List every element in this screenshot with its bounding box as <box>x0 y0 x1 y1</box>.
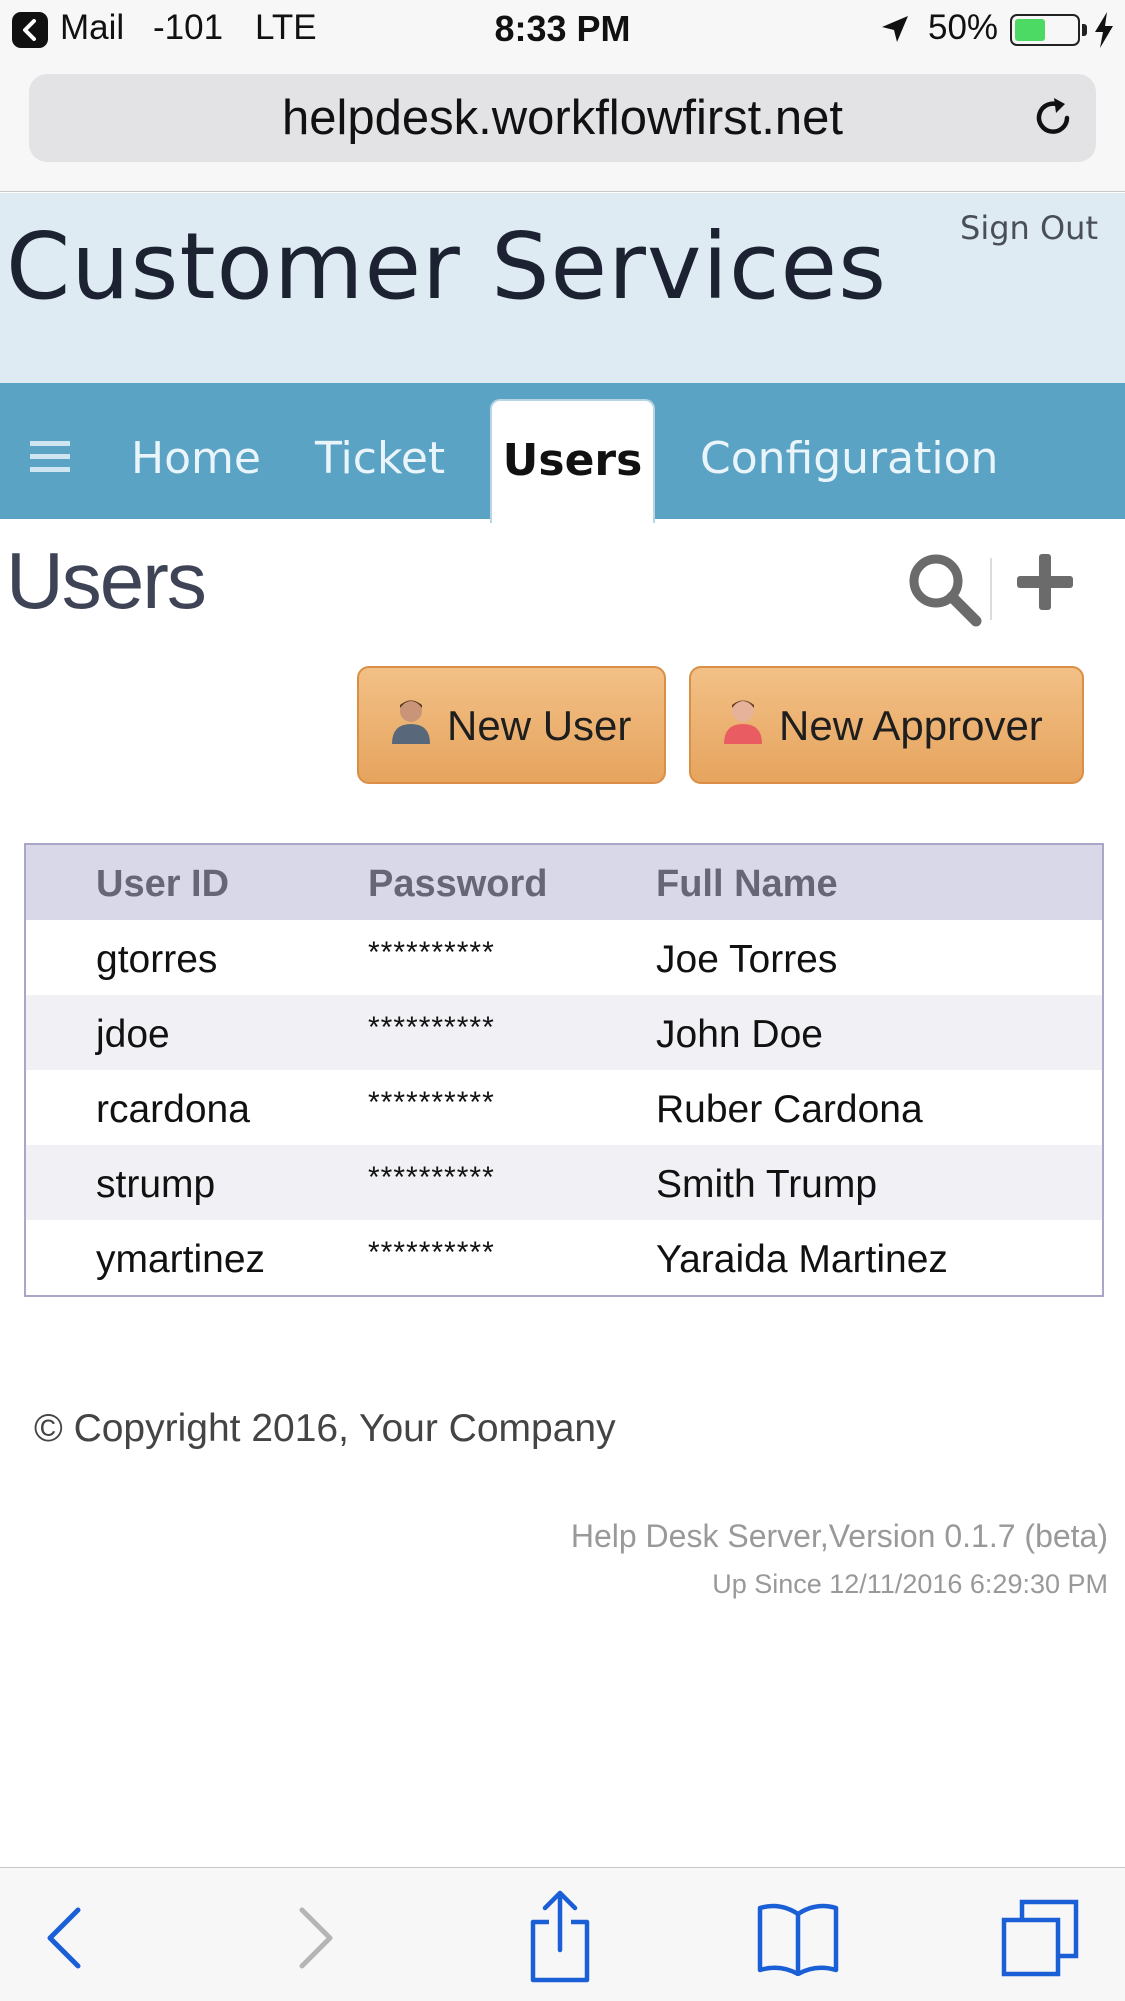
back-arrow-icon[interactable] <box>40 1906 90 1970</box>
cell-user-id[interactable]: rcardona <box>96 1088 250 1132</box>
new-user-button[interactable]: New User <box>357 666 666 784</box>
table-row[interactable]: strump ********** Smith Trump <box>26 1145 1102 1220</box>
table-row[interactable]: jdoe ********** John Doe <box>26 995 1102 1070</box>
charging-bolt-icon <box>1095 12 1113 48</box>
table-header: User ID Password Full Name <box>26 845 1102 920</box>
search-icon[interactable] <box>904 549 984 629</box>
bookmarks-icon[interactable] <box>756 1902 840 1976</box>
main-nav: Home Ticket Users Configuration <box>0 383 1125 523</box>
new-approver-label: New Approver <box>779 702 1043 749</box>
site-header: Customer Services Sign Out <box>0 193 1125 383</box>
cell-user-id[interactable]: gtorres <box>96 938 217 982</box>
cell-user-id[interactable]: ymartinez <box>96 1238 265 1282</box>
table-row[interactable]: gtorres ********** Joe Torres <box>26 920 1102 995</box>
page-title: Users <box>6 536 207 625</box>
address-bar[interactable]: helpdesk.workflowfirst.net <box>29 74 1096 162</box>
toolbar-divider <box>990 558 992 620</box>
approver-icon <box>724 700 762 744</box>
sign-out-link[interactable]: Sign Out <box>960 209 1098 247</box>
browser-toolbar <box>0 1867 1125 2001</box>
nav-item-configuration[interactable]: Configuration <box>700 433 998 484</box>
cell-full-name: Joe Torres <box>656 938 838 981</box>
browser-address-area: helpdesk.workflowfirst.net <box>0 62 1125 192</box>
new-user-label: New User <box>447 702 632 749</box>
nav-item-ticket[interactable]: Ticket <box>315 433 445 484</box>
battery-fill <box>1015 19 1045 41</box>
tabs-icon[interactable] <box>1000 1898 1080 1978</box>
battery-icon <box>1010 14 1080 46</box>
url-text[interactable]: helpdesk.workflowfirst.net <box>29 74 1096 162</box>
forward-arrow-icon[interactable] <box>290 1906 340 1970</box>
cell-password: ********** <box>368 1161 495 1194</box>
new-approver-button[interactable]: New Approver <box>689 666 1084 784</box>
users-table: User ID Password Full Name gtorres *****… <box>24 843 1104 1297</box>
cell-full-name: Ruber Cardona <box>656 1088 923 1131</box>
status-bar: Mail -101 LTE 8:33 PM 50% <box>0 0 1125 62</box>
nav-item-users[interactable]: Users <box>490 399 655 523</box>
cell-full-name: Smith Trump <box>656 1163 878 1206</box>
nav-item-users-label: Users <box>502 435 643 486</box>
user-icon <box>392 700 430 744</box>
column-header-full-name[interactable]: Full Name <box>656 863 838 906</box>
cell-password: ********** <box>368 1011 495 1044</box>
share-icon[interactable] <box>525 1888 595 1984</box>
cell-password: ********** <box>368 1086 495 1119</box>
cell-password: ********** <box>368 936 495 969</box>
copyright-text: © Copyright 2016, Your Company <box>34 1407 616 1450</box>
site-title: Customer Services <box>6 213 888 320</box>
server-uptime: Up Since 12/11/2016 6:29:30 PM <box>712 1569 1108 1599</box>
plus-icon[interactable] <box>1015 552 1075 612</box>
hamburger-icon[interactable] <box>30 441 70 480</box>
column-header-user-id[interactable]: User ID <box>96 863 229 906</box>
table-row[interactable]: ymartinez ********** Yaraida Martinez <box>26 1220 1102 1295</box>
cell-full-name: John Doe <box>656 1013 823 1056</box>
nav-item-home[interactable]: Home <box>131 433 261 484</box>
cell-password: ********** <box>368 1236 495 1269</box>
cell-user-id[interactable]: jdoe <box>96 1013 170 1057</box>
reload-icon[interactable] <box>1029 94 1077 142</box>
battery-percent: 50% <box>928 8 999 47</box>
cell-user-id[interactable]: strump <box>96 1163 215 1207</box>
cell-full-name: Yaraida Martinez <box>656 1238 948 1281</box>
server-version: Help Desk Server,Version 0.1.7 (beta) <box>570 1518 1108 1554</box>
column-header-password[interactable]: Password <box>368 863 548 906</box>
battery-tip <box>1082 24 1087 36</box>
table-row[interactable]: rcardona ********** Ruber Cardona <box>26 1070 1102 1145</box>
location-arrow-icon <box>882 16 908 42</box>
